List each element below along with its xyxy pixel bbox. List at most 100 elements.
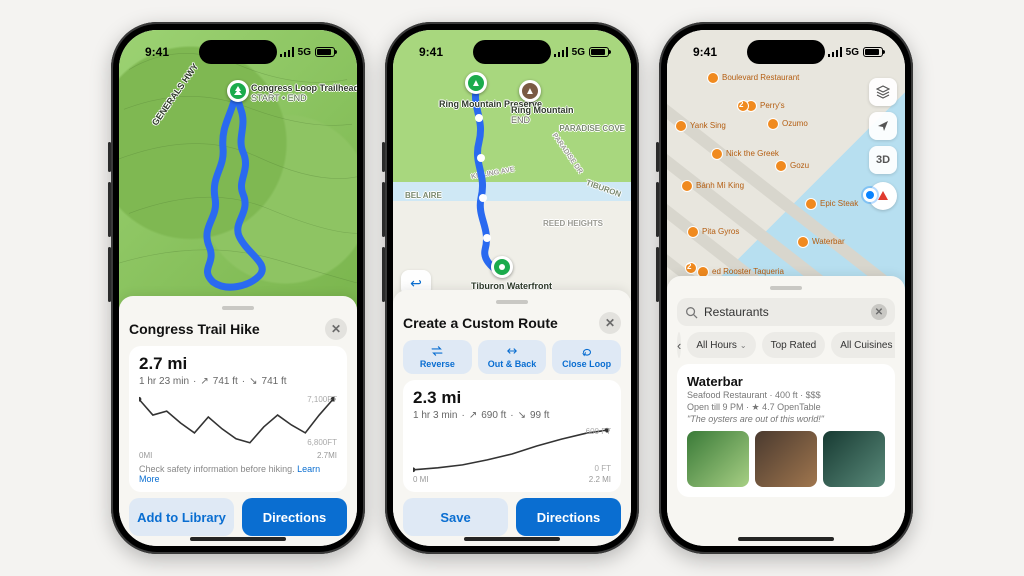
signal-icon	[828, 47, 842, 57]
pin-trailhead[interactable]	[227, 80, 249, 102]
area-tiburon: TIBURON	[584, 179, 621, 200]
route-substats: 1 hr 3 min· ↗690 ft· ↘99 ft	[413, 410, 611, 421]
filter-back-button[interactable]: ‹	[677, 332, 681, 358]
x-end: 2.2 MI	[589, 475, 611, 484]
screen-2: 9:41 5G BEL AIRE PARADISE COVE REED HEIG…	[393, 30, 631, 546]
save-button[interactable]: Save	[403, 498, 508, 536]
result-name: Waterbar	[687, 374, 885, 389]
elevation-chart-2: 600 FT 0 FT	[413, 427, 611, 473]
poi-marker[interactable]: Epic Steak	[805, 198, 858, 210]
close-loop-icon	[580, 345, 594, 357]
battery-icon	[315, 47, 335, 57]
pin-waterfront[interactable]	[491, 256, 513, 278]
screen-3: 9:41 5G 3D Boulevard Resta	[667, 30, 905, 546]
area-paradise-cove: PARADISE COVE	[559, 125, 625, 134]
dynamic-island	[747, 40, 825, 64]
search-field[interactable]: Restaurants ✕	[677, 298, 895, 326]
status-time: 9:41	[693, 45, 717, 59]
sheet-grabber[interactable]	[770, 286, 802, 290]
dynamic-island	[199, 40, 277, 64]
road-paradise: PARADISE DR	[550, 132, 584, 175]
x-start: 0 MI	[413, 475, 429, 484]
phone-frame-3: 9:41 5G 3D Boulevard Resta	[659, 22, 913, 554]
poi-marker[interactable]: Pita Gyros	[687, 226, 739, 238]
poi-marker[interactable]: Gozu	[775, 160, 809, 172]
filter-row: ‹ All Hours⌄ Top Rated All Cuisines⌄	[677, 332, 895, 358]
close-loop-button[interactable]: Close Loop	[552, 340, 621, 374]
filter-top-rated[interactable]: Top Rated	[762, 332, 826, 358]
route-option-segment: Reverse Out & Back Close Loop	[403, 340, 621, 374]
hiker-icon	[497, 262, 507, 272]
phone-frame-2: 9:41 5G BEL AIRE PARADISE COVE REED HEIG…	[385, 22, 639, 554]
signal-icon	[280, 47, 294, 57]
result-photos	[687, 431, 885, 487]
hike-substats: 1 hr 23 min· ↗741 ft· ↘741 ft	[139, 376, 337, 387]
hike-title: Congress Trail Hike	[129, 321, 260, 337]
search-icon	[685, 306, 698, 319]
poi-marker[interactable]: Waterbar	[797, 236, 845, 248]
search-sheet: Restaurants ✕ ‹ All Hours⌄ Top Rated All…	[667, 276, 905, 546]
locate-me-button[interactable]	[869, 112, 897, 140]
directions-button[interactable]: Directions	[242, 498, 347, 536]
photo-thumb[interactable]	[755, 431, 817, 487]
poi-marker[interactable]: Nick the Greek	[711, 148, 779, 160]
label-ring-mountain: Ring Mountain END	[511, 106, 574, 126]
screen-1: 9:41 5G GENERALS HWY	[119, 30, 357, 546]
pin-preserve[interactable]: ▲	[465, 72, 487, 94]
close-button[interactable]: ✕	[325, 318, 347, 340]
area-reed: REED HEIGHTS	[543, 220, 603, 229]
hike-distance: 2.7 mi	[139, 354, 337, 374]
out-and-back-button[interactable]: Out & Back	[478, 340, 547, 374]
status-time: 9:41	[145, 45, 169, 59]
directions-button[interactable]: Directions	[516, 498, 621, 536]
network-label: 5G	[298, 47, 311, 58]
phone-frame-1: 9:41 5G GENERALS HWY	[111, 22, 365, 554]
hike-stats-card: 2.7 mi 1 hr 23 min· ↗741 ft· ↘741 ft 7,1…	[129, 346, 347, 492]
result-quote: "The oysters are out of this world!"	[687, 413, 885, 425]
custom-route-title: Create a Custom Route	[403, 315, 558, 331]
elevation-chart-1: 7,100FT 6,800FT	[139, 393, 337, 449]
sheet-grabber[interactable]	[496, 300, 528, 304]
poi-cluster[interactable]: 2	[685, 262, 704, 274]
add-to-library-button[interactable]: Add to Library	[129, 498, 234, 536]
poi-cluster[interactable]: 2	[737, 100, 756, 112]
route-distance: 2.3 mi	[413, 388, 611, 408]
layers-icon	[876, 85, 890, 99]
map-layers-button[interactable]	[869, 78, 897, 106]
location-arrow-icon	[876, 119, 890, 133]
route-stats-card: 2.3 mi 1 hr 3 min· ↗690 ft· ↘99 ft 600 F…	[403, 380, 621, 492]
safety-note: Check safety information before hiking. …	[139, 464, 337, 484]
pin-trailhead-label: Congress Loop Trailhead START • END	[251, 84, 357, 104]
network-label: 5G	[846, 47, 859, 58]
hike-sheet: Congress Trail Hike ✕ 2.7 mi 1 hr 23 min…	[119, 296, 357, 546]
view-3d-button[interactable]: 3D	[869, 146, 897, 174]
out-back-icon	[505, 345, 519, 357]
pin-ring-mountain[interactable]: ▲	[519, 80, 541, 102]
close-button[interactable]: ✕	[599, 312, 621, 334]
photo-thumb[interactable]	[687, 431, 749, 487]
battery-icon	[589, 47, 609, 57]
result-meta-1: Seafood Restaurant · 400 ft · $$$	[687, 389, 885, 401]
poi-marker[interactable]: Yank Sing	[675, 120, 726, 132]
network-label: 5G	[572, 47, 585, 58]
home-indicator[interactable]	[464, 537, 560, 541]
home-indicator[interactable]	[738, 537, 834, 541]
clear-search-button[interactable]: ✕	[871, 304, 887, 320]
filter-hours[interactable]: All Hours⌄	[687, 332, 755, 358]
custom-route-sheet: Create a Custom Route ✕ Reverse Out & Ba…	[393, 290, 631, 546]
x-start: 0MI	[139, 451, 152, 460]
user-location-dot	[863, 188, 877, 202]
signal-icon	[554, 47, 568, 57]
sheet-grabber[interactable]	[222, 306, 254, 310]
photo-thumb[interactable]	[823, 431, 885, 487]
poi-marker[interactable]: Bánh Mì King	[681, 180, 744, 192]
reverse-icon	[430, 345, 444, 357]
route-path	[181, 86, 291, 296]
status-time: 9:41	[419, 45, 443, 59]
result-card-waterbar[interactable]: Waterbar Seafood Restaurant · 400 ft · $…	[677, 364, 895, 497]
reverse-button[interactable]: Reverse	[403, 340, 472, 374]
home-indicator[interactable]	[190, 537, 286, 541]
filter-cuisines[interactable]: All Cuisines⌄	[831, 332, 895, 358]
poi-marker[interactable]: Ozumo	[767, 118, 808, 130]
x-end: 2.7MI	[317, 451, 337, 460]
